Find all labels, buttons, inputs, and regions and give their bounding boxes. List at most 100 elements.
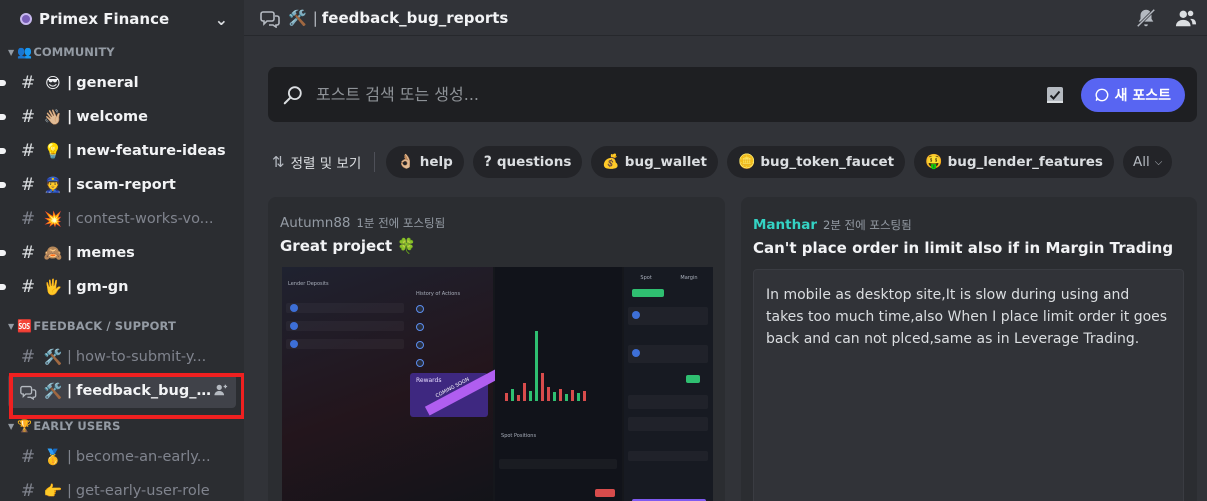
forum-channel-icon	[260, 10, 280, 28]
checklist-icon[interactable]	[1045, 85, 1065, 105]
tag-label: questions	[496, 154, 572, 170]
channel-label: get-early-user-role	[75, 483, 210, 499]
channel-separator: |	[67, 349, 72, 365]
preview-row	[628, 345, 709, 363]
notification-muted-icon[interactable]	[1135, 7, 1157, 29]
post-card[interactable]: Manthar 2분 전에 포스팅됨 Can't place order in …	[741, 197, 1197, 501]
post-image-preview[interactable]: Lender Deposits History of Actions Rewar…	[282, 267, 713, 501]
post-meta: Autumn88 1분 전에 포스팅됨	[268, 197, 725, 231]
post-timestamp: 2분 전에 포스팅됨	[823, 218, 912, 232]
channel-feedback-bug-reports[interactable]: 🛠️ | feedback_bug_r...	[8, 374, 236, 408]
collapse-arrow-icon: ▼	[8, 421, 15, 431]
chart-candle	[559, 389, 563, 401]
chat-bubble-icon	[1095, 88, 1108, 101]
server-name: Primex Finance	[39, 10, 170, 28]
channel-welcome[interactable]: # 👋🏼 | welcome	[0, 100, 236, 134]
tag-emoji: 💰	[602, 154, 620, 170]
channel-contest-works[interactable]: # 💥 | contest-works-vo...	[8, 202, 236, 236]
collapse-arrow-icon: ▼	[8, 47, 15, 57]
preview-row	[286, 303, 404, 313]
channel-label: how-to-submit-y...	[75, 349, 207, 365]
hashtag-icon: #	[20, 73, 36, 93]
tag-filter-row: ⇅ 정렬 및 보기 👌🏼 help ? questions 💰 bug_wall…	[268, 145, 1173, 179]
member-list-icon[interactable]	[1175, 7, 1197, 29]
question-mark-icon: ?	[483, 154, 492, 170]
chart-candle	[583, 391, 587, 401]
preview-row	[628, 395, 709, 409]
hashtag-icon: #	[20, 347, 36, 367]
tag-label: bug_token_faucet	[760, 154, 895, 170]
token-icon	[416, 323, 424, 331]
category-community[interactable]: ▼ 👥 COMMUNITY	[0, 38, 244, 66]
search-input[interactable]	[316, 85, 1045, 104]
post-author[interactable]: Autumn88	[280, 215, 351, 231]
preview-text: Rewards	[416, 377, 442, 384]
channel-emoji: 👮	[43, 176, 63, 194]
channel-emoji: 🖐️	[43, 278, 63, 296]
tag-questions[interactable]: ? questions	[472, 146, 583, 178]
preview-button	[632, 289, 665, 297]
hashtag-icon: #	[20, 277, 36, 297]
tag-bug-wallet[interactable]: 💰 bug_wallet	[591, 146, 718, 178]
channel-scam-report[interactable]: # 👮 | scam-report	[0, 168, 236, 202]
channel-separator: |	[67, 279, 73, 295]
channel-memes[interactable]: # 🙈 | memes	[0, 236, 236, 270]
channel-label: scam-report	[76, 177, 176, 193]
channel-how-to-submit[interactable]: # 🛠️ | how-to-submit-y...	[8, 340, 236, 374]
new-post-label: 새 포스트	[1114, 87, 1171, 104]
preview-text: History of Actions	[416, 291, 461, 297]
sort-and-view-button[interactable]: ⇅ 정렬 및 보기	[268, 152, 361, 172]
post-title: Great project 🍀	[280, 237, 417, 255]
post-meta: Manthar 2분 전에 포스팅됨	[741, 197, 1197, 233]
channel-emoji: 🛠️	[288, 8, 307, 27]
hashtag-icon: #	[20, 107, 36, 127]
channel-separator: |	[66, 383, 73, 399]
collapse-arrow-icon: ▼	[8, 321, 15, 331]
channel-new-feature-ideas[interactable]: # 💡 | new-feature-ideas	[0, 134, 236, 168]
channel-emoji: 💥	[43, 210, 63, 228]
unread-indicator	[0, 182, 6, 188]
tag-help[interactable]: 👌🏼 help	[386, 146, 464, 178]
server-icon	[20, 13, 32, 25]
unread-indicator	[0, 284, 6, 290]
hashtag-icon: #	[20, 141, 36, 161]
add-member-icon[interactable]	[214, 383, 228, 400]
channel-become-an-early-user[interactable]: # 🥇 | become-an-early...	[8, 440, 236, 474]
tag-bug-lender-features[interactable]: 🤑 bug_lender_features	[914, 146, 1114, 178]
preview-row	[628, 307, 709, 325]
category-feedback-support[interactable]: ▼ 🆘 FEEDBACK / SUPPORT	[0, 312, 244, 340]
post-body-preview: In mobile as desktop site,It is slow dur…	[753, 269, 1184, 501]
category-early-users[interactable]: ▼ 🏆 EARLY USERS	[0, 412, 244, 440]
preview-row	[628, 417, 709, 431]
tag-bug-token-faucet[interactable]: 🪙 bug_token_faucet	[726, 146, 906, 178]
channel-separator: |	[67, 449, 72, 465]
channel-separator: |	[67, 177, 73, 193]
channel-label: general	[76, 75, 139, 91]
chevron-down-icon[interactable]: ⌄	[215, 10, 228, 29]
chart-candle	[547, 387, 551, 401]
channel-get-early-user-role[interactable]: # 👉 | get-early-user-role	[8, 474, 236, 501]
preview-text: Spot	[640, 275, 652, 281]
preview-text: Margin	[680, 275, 698, 281]
hashtag-icon: #	[20, 243, 36, 263]
tag-all-dropdown[interactable]: All ⌵	[1122, 146, 1173, 178]
chevron-down-icon: ⌵	[1154, 156, 1163, 168]
post-author[interactable]: Manthar	[753, 217, 817, 233]
token-icon	[416, 359, 424, 367]
category-label: EARLY USERS	[33, 419, 121, 433]
chart-candle	[529, 391, 533, 401]
chart-candle	[571, 390, 575, 401]
forum-channel-icon	[20, 385, 37, 400]
server-header[interactable]: Primex Finance ⌄	[0, 0, 244, 38]
channel-gm-gn[interactable]: # 🖐️ | gm-gn	[0, 270, 236, 304]
channel-emoji: 👋🏼	[43, 108, 63, 126]
new-post-button[interactable]: 새 포스트	[1080, 77, 1185, 112]
channel-topbar: 🛠️ | feedback_bug_reports	[244, 0, 1207, 36]
chart-candle	[517, 395, 521, 401]
tag-emoji: 🤑	[925, 154, 943, 170]
channel-general[interactable]: # 😎 | general	[0, 66, 236, 100]
post-card[interactable]: Autumn88 1분 전에 포스팅됨 Great project 🍀 Lend…	[268, 197, 725, 501]
sort-label: 정렬 및 보기	[290, 156, 362, 172]
topbar-actions	[1135, 7, 1207, 29]
hashtag-icon: #	[20, 209, 36, 229]
